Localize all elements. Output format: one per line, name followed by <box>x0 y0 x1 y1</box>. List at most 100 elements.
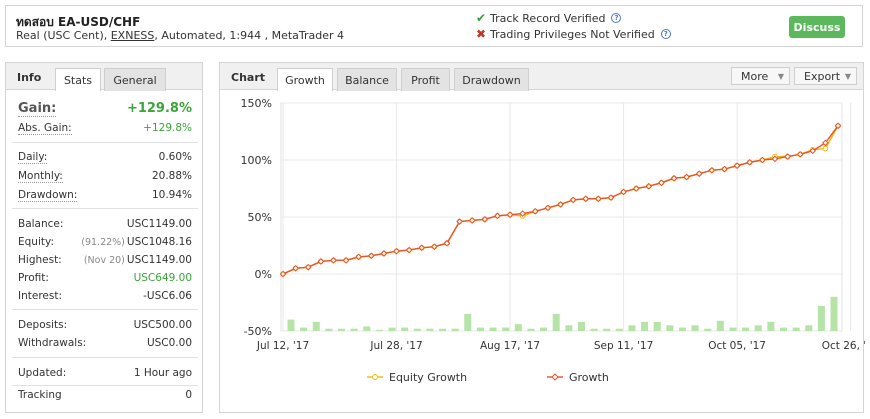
updated-value: 1 Hour ago <box>133 367 192 379</box>
highest-value: USC1149.00 <box>126 254 192 266</box>
daily-bar <box>300 327 308 331</box>
tab-drawdown[interactable]: Drawdown <box>454 68 529 91</box>
daily-bar <box>287 319 295 331</box>
deposits-row: Deposits: USC500.00 <box>18 319 192 331</box>
interest-value: -USC6.06 <box>143 290 192 302</box>
info-panel-title: Info <box>17 71 42 84</box>
daily-bar <box>830 296 838 331</box>
tracking-row: Tracking 0 <box>18 389 192 401</box>
drawdown-row: Drawdown: 10.94% <box>18 189 192 202</box>
y-tick-label: -50% <box>244 325 272 338</box>
growth-chart: 150% 100% 50% 0% -50% Jul 12, '17 Jul 28, '17… <box>241 97 865 384</box>
discuss-button[interactable]: Discuss <box>789 16 845 38</box>
monthly-value: 20.88% <box>151 170 192 182</box>
daily-bar <box>603 328 611 331</box>
chart-grid <box>280 102 852 332</box>
interest-row: Interest: -USC6.06 <box>18 290 192 302</box>
daily-bar <box>439 328 447 331</box>
broker-link[interactable]: EXNESS <box>111 29 155 42</box>
profit-row: Profit: USC649.00 <box>18 272 192 284</box>
daily-bar <box>325 328 333 331</box>
highest-label: Highest: <box>18 254 62 266</box>
daily-bar <box>540 327 548 331</box>
account-type: Real (USC Cent), <box>16 29 111 42</box>
deposits-label: Deposits: <box>18 319 68 331</box>
daily-bar <box>375 329 383 331</box>
y-tick-label: 150% <box>241 97 272 110</box>
daily-label: Daily: <box>18 151 48 164</box>
chart-lines <box>279 122 842 278</box>
tab-growth[interactable]: Growth <box>277 68 333 91</box>
daily-bar <box>464 313 472 331</box>
daily-bar <box>565 325 573 331</box>
help-icon[interactable]: ? <box>660 29 671 39</box>
abs-gain-label: Abs. Gain: <box>18 122 72 135</box>
daily-bar <box>817 305 825 331</box>
track-record-label: Track Record Verified <box>490 11 606 25</box>
chevron-down-icon: ▼ <box>844 72 851 81</box>
legend-marker <box>372 374 378 380</box>
divider <box>12 309 198 310</box>
help-icon[interactable]: ? <box>611 13 622 23</box>
tab-profit[interactable]: Profit <box>401 68 450 91</box>
account-header: ทดสอบ EA-USD/CHF Real (USC Cent), EXNESS… <box>5 5 863 47</box>
daily-bar <box>805 325 813 331</box>
account-details: , Automated, 1:944 , MetaTrader 4 <box>154 29 345 42</box>
daily-bar <box>754 325 762 331</box>
daily-bar <box>413 328 421 331</box>
divider <box>12 357 198 358</box>
chart-panel-title: Chart <box>231 71 266 84</box>
daily-bar <box>742 327 750 331</box>
daily-bar <box>489 327 497 331</box>
updated-row: Updated: 1 Hour ago <box>18 367 192 379</box>
more-label: More <box>741 69 769 83</box>
withdrawals-row: Withdrawals: USC0.00 <box>18 337 192 349</box>
equity-row: Equity: (91.22%) USC1048.16 <box>18 236 192 248</box>
chart-tabbar: Chart Growth Balance Profit Drawdown Mor… <box>220 63 863 91</box>
daily-bar <box>691 325 699 331</box>
tab-stats[interactable]: Stats <box>55 68 101 91</box>
gain-label: Gain: <box>18 101 57 117</box>
drawdown-value: 10.94% <box>151 189 192 201</box>
daily-bar <box>792 327 800 331</box>
x-tick-label: Oct 05, '17 <box>708 340 766 352</box>
info-panel: Info Stats General Gain: +129.8% Abs. Ga… <box>5 62 203 413</box>
tab-balance[interactable]: Balance <box>337 68 397 91</box>
legend-marker <box>551 373 559 381</box>
chart-legend: Equity Growth Growth <box>367 371 609 384</box>
daily-bar <box>350 328 358 331</box>
cross-icon: ✖ <box>476 27 487 41</box>
track-record-status: ✔ Track Record Verified ? <box>476 11 622 25</box>
abs-gain-value: +129.8% <box>143 122 192 134</box>
daily-bar <box>401 327 409 331</box>
daily-bar <box>767 321 775 331</box>
balance-label: Balance: <box>18 218 64 230</box>
chart-panel: Chart Growth Balance Profit Drawdown Mor… <box>219 62 865 413</box>
info-tabbar: Info Stats General <box>6 63 202 91</box>
daily-bar <box>527 328 535 331</box>
more-dropdown[interactable]: More ▼ <box>731 67 790 85</box>
balance-value: USC1149.00 <box>126 218 192 230</box>
daily-bar <box>363 326 371 331</box>
balance-row: Balance: USC1149.00 <box>18 218 192 230</box>
daily-bar <box>628 325 636 331</box>
profit-label: Profit: <box>18 272 49 284</box>
daily-bar <box>615 328 623 331</box>
daily-bar <box>514 324 522 331</box>
daily-bar <box>476 327 484 331</box>
y-tick-label: 0% <box>255 268 272 281</box>
series-line-1 <box>282 125 839 275</box>
daily-bar <box>426 328 434 331</box>
tab-general[interactable]: General <box>104 68 166 91</box>
account-subtitle: Real (USC Cent), EXNESS, Automated, 1:94… <box>16 29 344 42</box>
daily-bar <box>653 321 661 331</box>
y-tick-label: 100% <box>241 154 272 167</box>
x-axis: Jul 12, '17 Jul 28, '17 Aug 17, '17 Sep 11,… <box>256 340 865 352</box>
export-dropdown[interactable]: Export ▼ <box>794 67 857 85</box>
gain-row: Gain: +129.8% <box>18 101 192 117</box>
x-tick-label: Jul 12, '17 <box>256 340 309 352</box>
daily-bar <box>388 327 396 331</box>
y-tick-label: 50% <box>248 211 272 224</box>
divider <box>12 208 198 209</box>
gain-value: +129.8% <box>126 101 192 116</box>
